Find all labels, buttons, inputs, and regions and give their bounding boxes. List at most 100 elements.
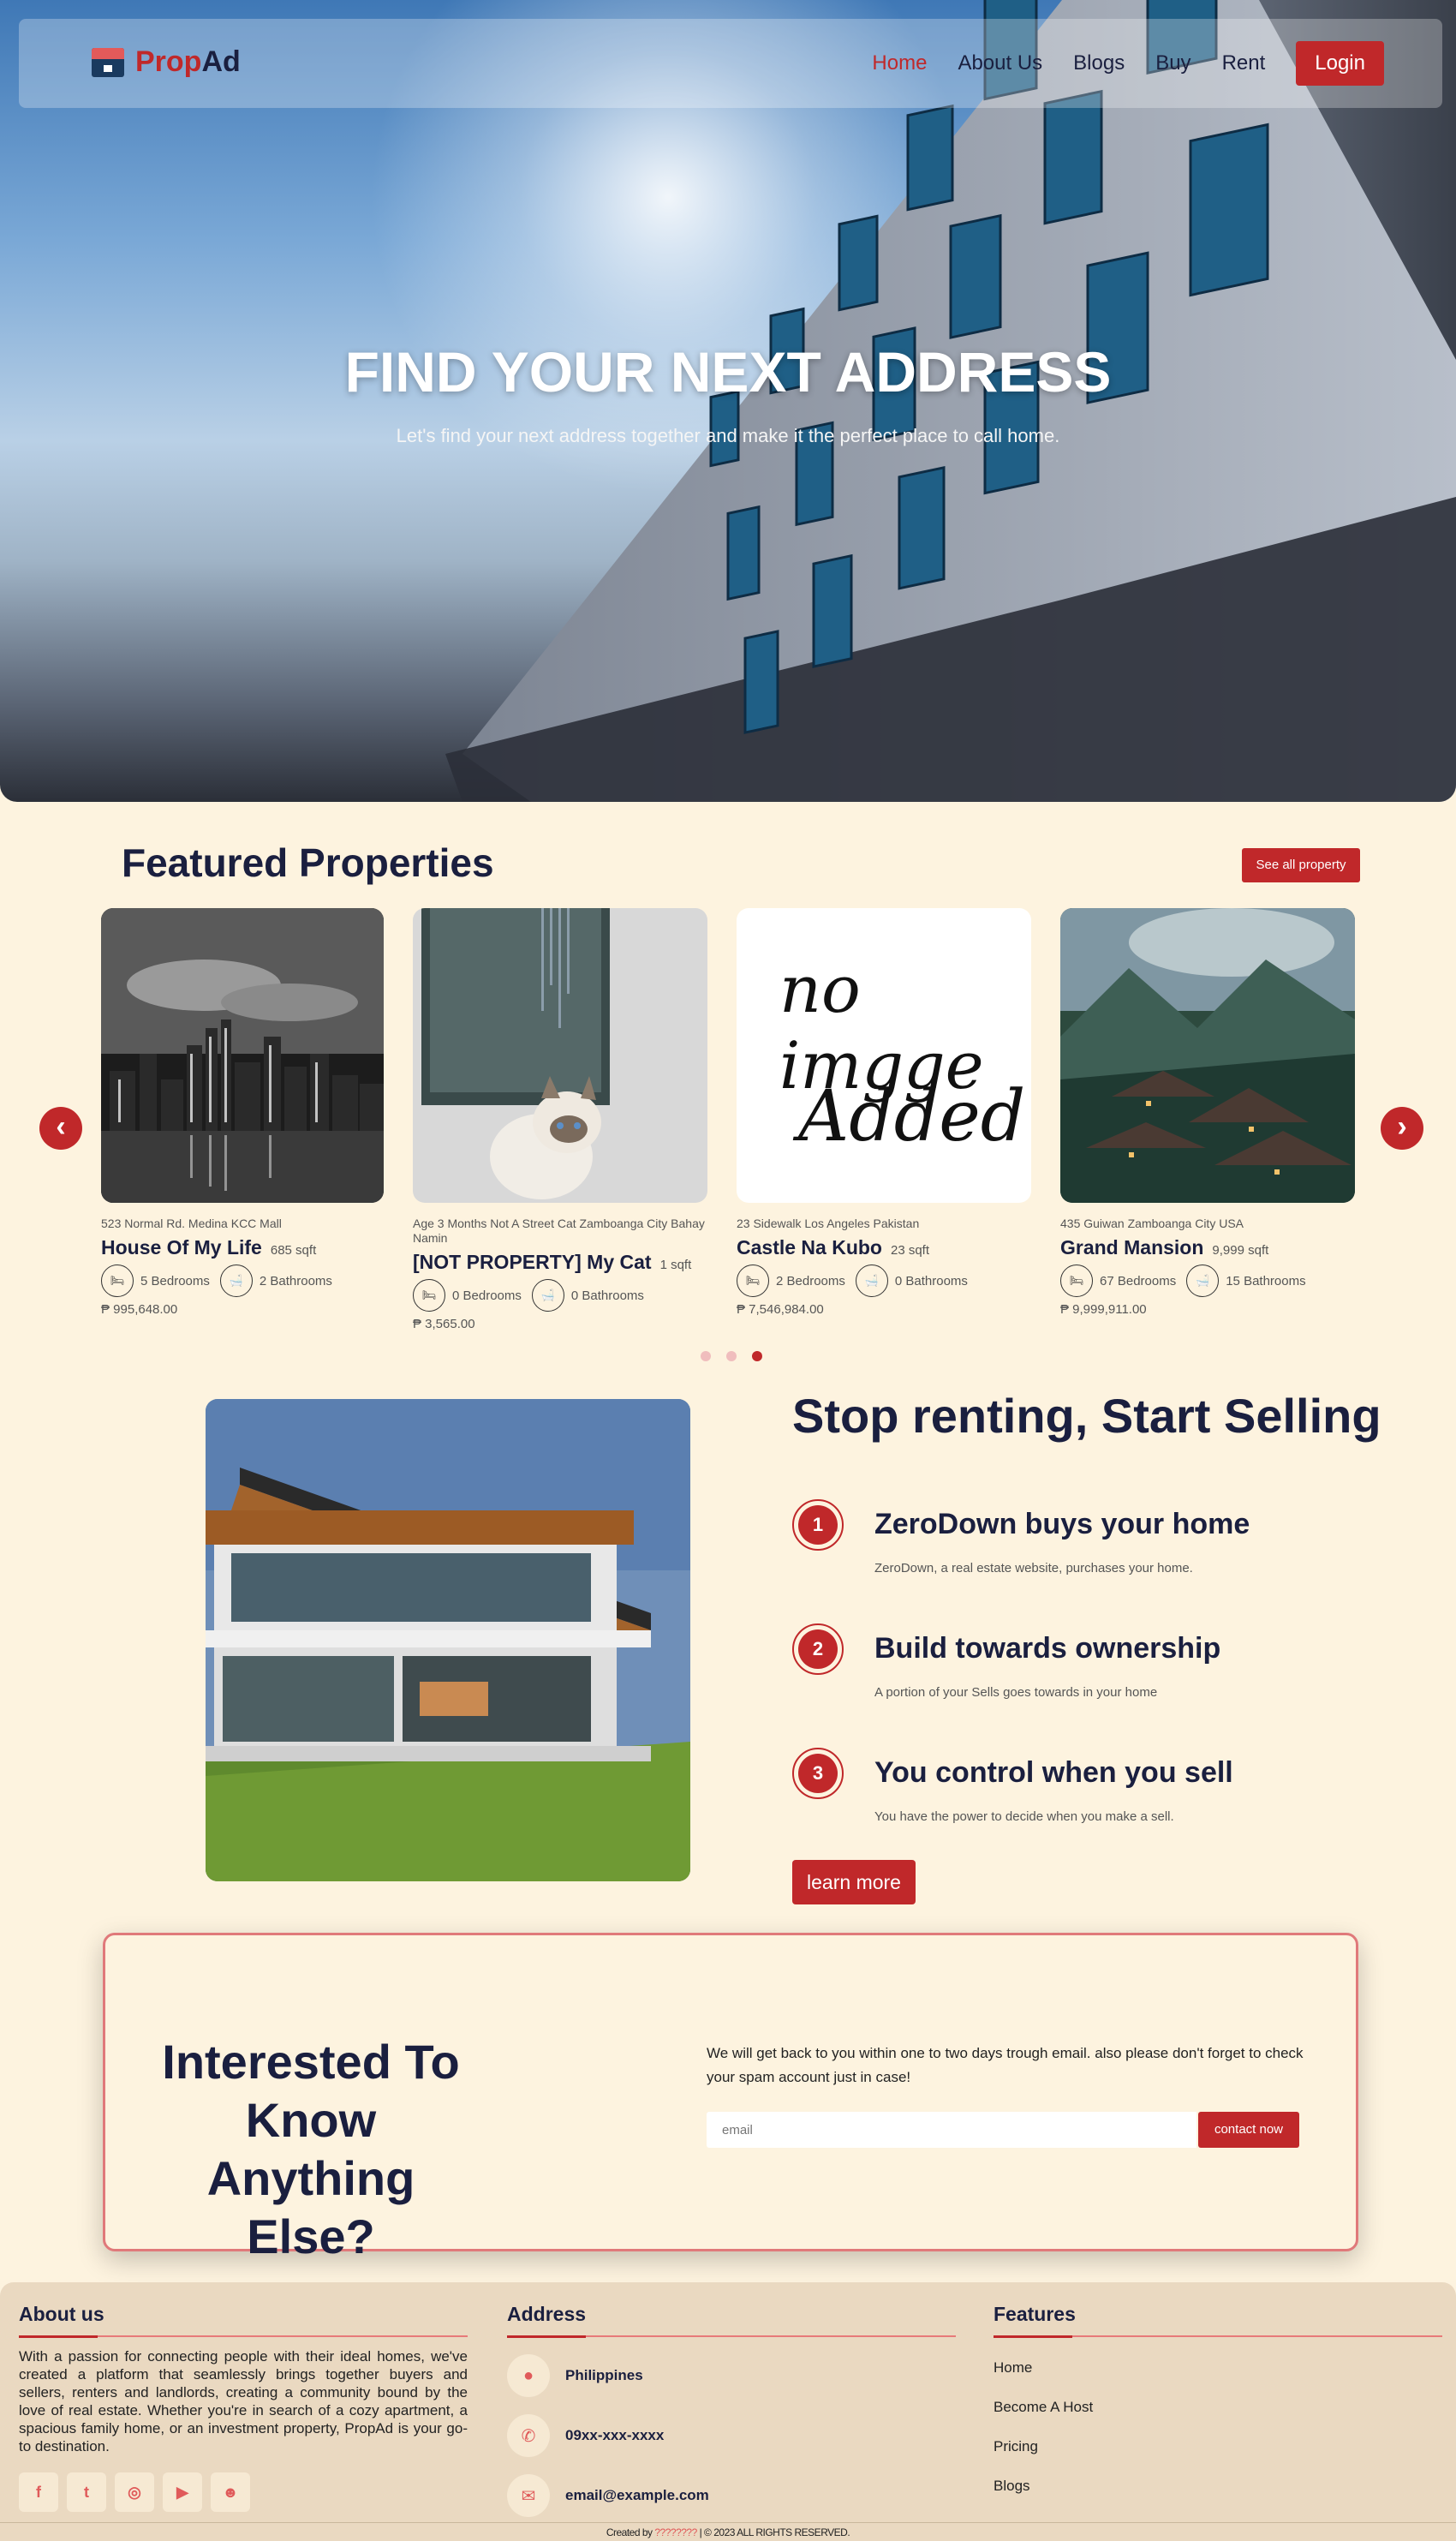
footer-email[interactable]: email@example.com [565,2487,709,2504]
bath-icon: 🛁 [531,1279,564,1312]
bed-icon: 🛏 [413,1279,445,1312]
nav-links: Home About Us Blogs Buy Rent Login [872,41,1384,86]
footer-about-title: About us [19,2303,104,2325]
property-name[interactable]: Castle Na Kubo [737,1236,882,1259]
property-card[interactable]: 523 Normal Rd. Medina KCC Mall House Of … [101,908,384,1317]
no-image-text-line2: Added [798,1076,1026,1157]
twitter-icon[interactable]: t [67,2472,106,2512]
property-price: ₱ 995,648.00 [101,1302,178,1317]
footer-location: Philippines [565,2367,643,2383]
bath-icon: 🛁 [219,1265,253,1297]
carousel-next-button[interactable]: › [1381,1107,1423,1150]
social-links: f t ◎ ▶ ☻ [19,2472,468,2512]
email-icon: ✉ [507,2474,550,2517]
modern-house-image [206,1399,690,1881]
logo[interactable]: PropAd [89,45,241,79]
footer-link-become-a-host[interactable]: Become A Host [994,2399,1442,2416]
property-price: ₱ 3,565.00 [413,1317,475,1331]
property-bedrooms: 0 Bedrooms [452,1288,522,1303]
credit-author[interactable]: ???????? [654,2526,697,2538]
footer-link-pricing[interactable]: Pricing [994,2438,1442,2455]
bed-icon: 🛏 [1060,1265,1093,1297]
property-price: ₱ 7,546,984.00 [737,1302,824,1317]
carousel-dots [701,1351,762,1361]
carousel-prev-button[interactable]: ‹ [39,1107,82,1150]
contact-text: We will get back to you within one to tw… [707,2045,1304,2085]
footer-about: About us With a passion for connecting p… [19,2303,468,2512]
property-sqft: 9,999 sqft [1212,1243,1269,1258]
footer-link-blogs[interactable]: Blogs [994,2478,1442,2495]
step-description: You have the power to decide when you ma… [874,1809,1174,1824]
bed-icon: 🛏 [101,1265,134,1297]
carousel-dot-active[interactable] [752,1351,762,1361]
property-image-city[interactable] [101,908,384,1203]
step-number-badge: 1 [792,1499,844,1551]
featured-title: Featured Properties [122,840,494,885]
navbar: PropAd Home About Us Blogs Buy Rent Logi… [19,19,1442,108]
property-image-mansion[interactable] [1060,908,1355,1203]
step-number-badge: 3 [792,1748,844,1799]
step-title: Build towards ownership [874,1632,1221,1665]
instagram-icon[interactable]: ◎ [115,2472,154,2512]
property-image-cat[interactable] [413,908,707,1203]
footer-phone: 09xx-xxx-xxxx [565,2427,665,2443]
property-sqft: 23 sqft [890,1243,930,1258]
contact-box: Interested To Know Anything Else? We wil… [103,1933,1358,2263]
property-image-placeholder[interactable]: no imgge Added [737,908,1031,1203]
nav-link-rent[interactable]: Rent [1222,51,1266,75]
carousel-dot[interactable] [701,1351,711,1361]
nav-link-blogs[interactable]: Blogs [1073,51,1125,75]
property-card[interactable]: 435 Guiwan Zamboanga City USA Grand Mans… [1060,908,1355,1317]
property-address: 23 Sidewalk Los Angeles Pakistan [737,1217,920,1230]
footer-link-home[interactable]: Home [994,2359,1442,2377]
facebook-icon[interactable]: f [19,2472,58,2512]
property-sqft: 685 sqft [270,1243,317,1258]
step-title: ZeroDown buys your home [874,1508,1250,1540]
email-input[interactable] [707,2112,1196,2148]
location-pin-icon: ● [507,2354,550,2397]
carousel-dot[interactable] [726,1351,737,1361]
property-name[interactable]: [NOT PROPERTY] My Cat [413,1251,652,1274]
step-title: You control when you sell [874,1756,1233,1789]
property-bathrooms: 0 Bathrooms [894,1273,968,1288]
property-sqft: 1 sqft [659,1258,692,1272]
property-bedrooms: 67 Bedrooms [1100,1273,1177,1288]
property-card[interactable]: Age 3 Months Not A Street Cat Zamboanga … [413,908,707,1331]
property-address: 435 Guiwan Zamboanga City USA [1060,1217,1244,1230]
nav-link-home[interactable]: Home [872,51,927,75]
property-address: 523 Normal Rd. Medina KCC Mall [101,1217,282,1230]
bath-icon: 🛁 [1186,1265,1220,1297]
property-name[interactable]: House Of My Life [101,1236,262,1259]
footer: About us With a passion for connecting p… [0,2282,1456,2541]
property-bedrooms: 5 Bedrooms [140,1273,210,1288]
property-bathrooms: 15 Bathrooms [1226,1273,1306,1288]
bed-icon: 🛏 [737,1265,769,1297]
footer-features-title: Features [994,2303,1076,2325]
youtube-icon[interactable]: ▶ [163,2472,202,2512]
footer-credits: Created by ???????? | © 2023 ALL RIGHTS … [0,2522,1456,2541]
footer-address-title: Address [507,2303,587,2325]
nav-link-buy[interactable]: Buy [1155,51,1190,75]
footer-about-text: With a passion for connecting people wit… [19,2348,468,2454]
brand-name-prop: Prop [135,45,202,78]
contact-now-button[interactable]: contact now [1198,2112,1299,2148]
property-price: ₱ 9,999,911.00 [1060,1302,1147,1317]
hero-title: FIND YOUR NEXT ADDRESS [344,340,1112,404]
hero-subtitle: Let's find your next address together an… [396,425,1060,446]
step-description: ZeroDown, a real estate website, purchas… [874,1561,1193,1575]
see-all-property-button[interactable]: See all property [1242,848,1360,882]
nav-link-about-us[interactable]: About Us [958,51,1042,75]
learn-more-button[interactable]: learn more [792,1860,916,1904]
step-description: A portion of your Sells goes towards in … [874,1685,1158,1700]
footer-features: Features Home Become A Host Pricing Blog… [994,2303,1442,2495]
step-number-badge: 2 [792,1623,844,1675]
credit-prefix: Created by [606,2526,653,2538]
property-card[interactable]: no imgge Added 23 Sidewalk Los Angeles P… [737,908,1031,1317]
login-button[interactable]: Login [1296,41,1384,86]
contact-title: Interested To Know Anything Else? [162,2035,460,2263]
discord-icon[interactable]: ☻ [211,2472,250,2512]
property-name[interactable]: Grand Mansion [1060,1236,1203,1259]
house-logo-icon [92,48,124,77]
credit-suffix: | © 2023 ALL RIGHTS RESERVED. [699,2526,850,2538]
phone-icon: ✆ [507,2414,550,2457]
